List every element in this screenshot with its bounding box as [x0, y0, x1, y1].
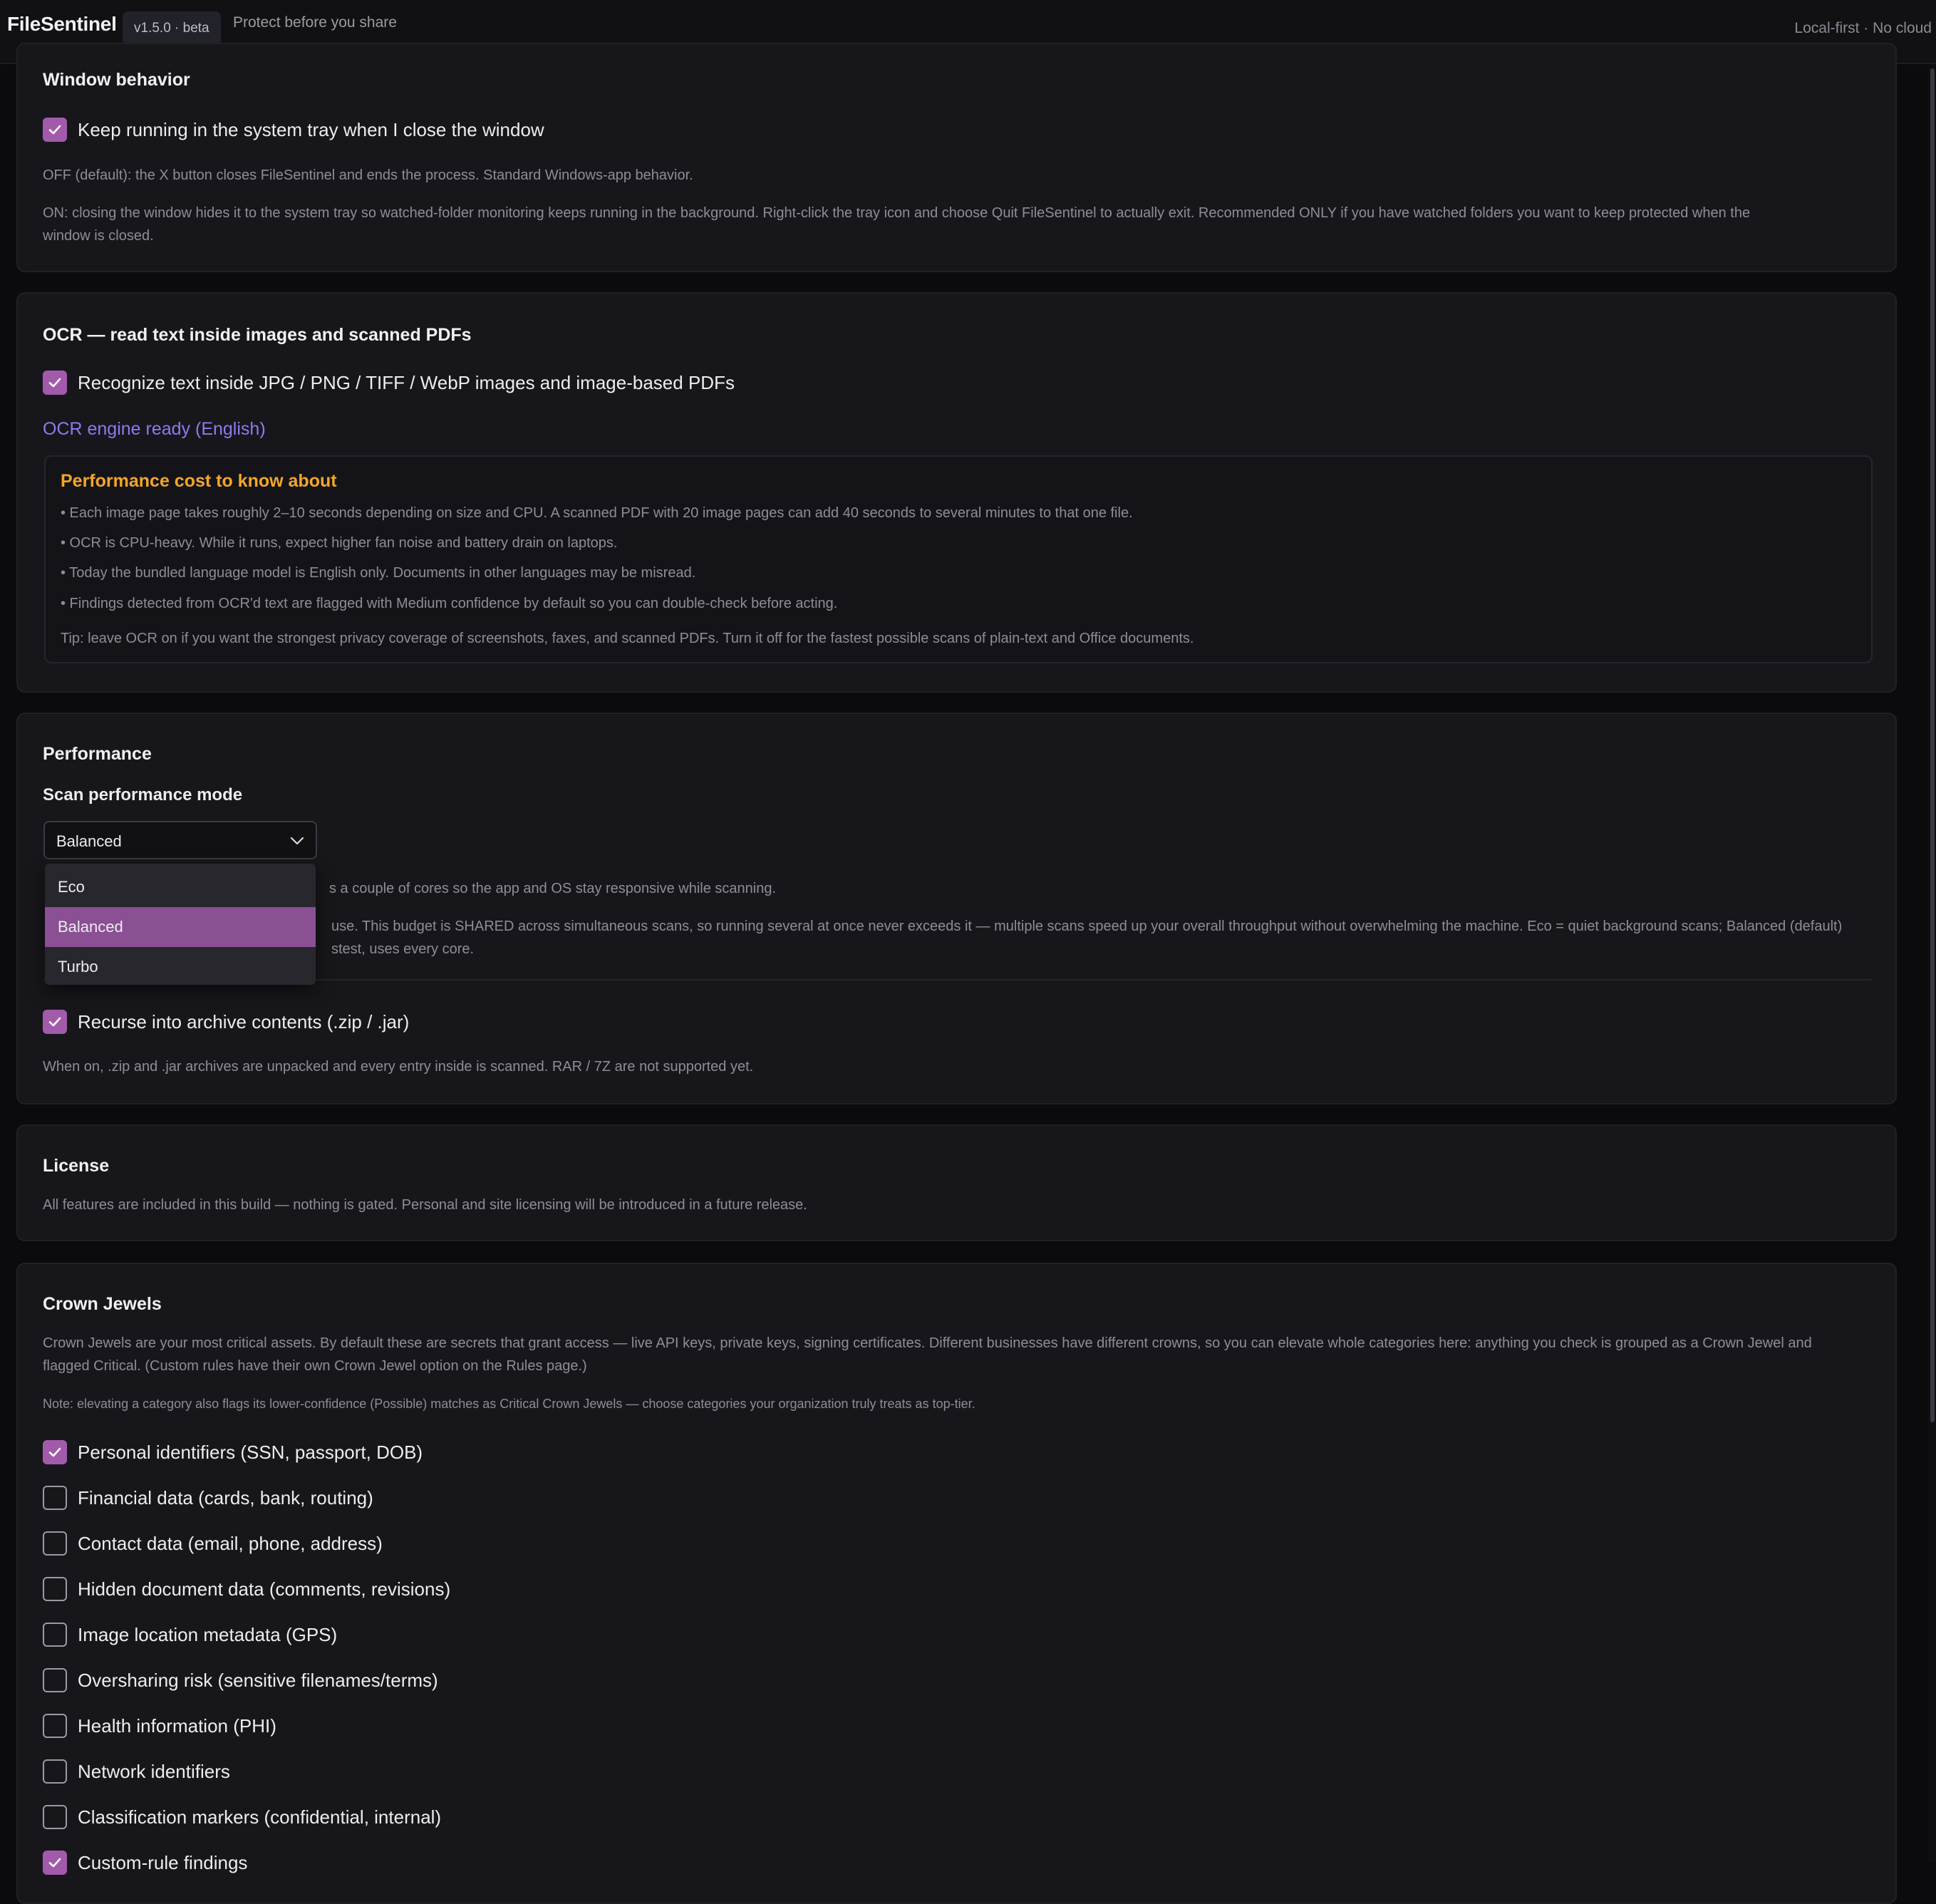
crown-category-checkbox[interactable] [43, 1623, 67, 1647]
performance-card: Performance Scan performance mode Balanc… [16, 713, 1897, 1104]
crown-category-row[interactable]: Image location metadata (GPS) [43, 1622, 337, 1647]
crown-category-row[interactable]: Network identifiers [43, 1759, 230, 1784]
on-description-line-2: window is closed. [43, 228, 154, 244]
tray-option[interactable]: Keep running in the system tray when I c… [43, 117, 544, 143]
option-label: Eco [58, 878, 85, 896]
section-title: OCR — read text inside images and scanne… [43, 325, 472, 345]
archive-option[interactable]: Recurse into archive contents (.zip / .j… [43, 1009, 409, 1035]
ocr-tip: Tip: leave OCR on if you want the strong… [61, 631, 1194, 646]
option-turbo[interactable]: Turbo [45, 947, 316, 985]
crown-category-checkbox[interactable] [43, 1714, 67, 1738]
scan-mode-label: Scan performance mode [43, 785, 243, 804]
crown-category-label: Health information (PHI) [78, 1714, 276, 1737]
crown-category-checkbox[interactable] [43, 1851, 67, 1875]
section-title: Window behavior [43, 70, 190, 90]
check-icon [48, 125, 61, 135]
crown-category-row[interactable]: Classification markers (confidential, in… [43, 1804, 441, 1830]
archive-option-label: Recurse into archive contents (.zip / .j… [78, 1010, 410, 1033]
crown-jewels-card: Crown Jewels Crown Jewels are your most … [16, 1263, 1897, 1904]
scan-mode-value: Balanced [56, 832, 122, 850]
divider [43, 979, 1873, 981]
crown-category-checkbox[interactable] [43, 1440, 67, 1464]
mode-description-line-1: s a couple of cores so the app and OS st… [329, 881, 777, 896]
crown-category-row[interactable]: Oversharing risk (sensitive filenames/te… [43, 1667, 438, 1693]
mode-description-line-3: stest, uses every core. [331, 941, 475, 957]
crown-jewels-note: Note: elevating a category also flags it… [43, 1397, 975, 1411]
check-icon [48, 1447, 61, 1457]
check-icon [48, 1017, 61, 1027]
crown-category-label: Custom-rule findings [78, 1851, 248, 1873]
crown-category-row[interactable]: Custom-rule findings [43, 1850, 247, 1875]
ocr-card: OCR — read text inside images and scanne… [16, 292, 1897, 693]
crown-jewels-description-line-2: flagged Critical. (Custom rules have the… [43, 1358, 587, 1374]
chevron-down-icon [290, 837, 304, 845]
on-description-line-1: ON: closing the window hides it to the s… [43, 205, 1751, 221]
warning-bullet: • Each image page takes roughly 2–10 sec… [61, 505, 1133, 521]
section-title: Crown Jewels [43, 1294, 162, 1314]
option-label: Balanced [58, 918, 123, 936]
crown-category-checkbox[interactable] [43, 1759, 67, 1784]
crown-category-checkbox[interactable] [43, 1531, 67, 1556]
window-behavior-card: Window behavior Keep running in the syst… [16, 43, 1897, 272]
crown-category-checkbox[interactable] [43, 1577, 67, 1601]
option-balanced[interactable]: Balanced [45, 907, 316, 947]
crown-category-row[interactable]: Contact data (email, phone, address) [43, 1531, 383, 1556]
check-icon [48, 1858, 61, 1868]
crown-category-label: Classification markers (confidential, in… [78, 1806, 442, 1828]
crown-category-checkbox[interactable] [43, 1486, 67, 1510]
mode-description-line-2: use. This budget is SHARED across simult… [331, 919, 1843, 934]
version-badge: v1.5.0 · beta [123, 11, 221, 46]
scan-mode-select[interactable]: Balanced [43, 821, 317, 859]
crown-category-checkbox[interactable] [43, 1668, 67, 1692]
option-label: Turbo [58, 958, 98, 976]
warning-bullet: • OCR is CPU-heavy. While it runs, expec… [61, 535, 618, 551]
crown-category-label: Network identifiers [78, 1760, 230, 1782]
license-card: License All features are included in thi… [16, 1124, 1897, 1241]
crown-category-label: Hidden document data (comments, revision… [78, 1578, 451, 1600]
crown-category-label: Financial data (cards, bank, routing) [78, 1486, 373, 1509]
check-icon [48, 378, 61, 388]
option-eco[interactable]: Eco [45, 867, 316, 907]
archive-checkbox[interactable] [43, 1010, 67, 1034]
crown-category-label: Oversharing risk (sensitive filenames/te… [78, 1669, 438, 1691]
section-title: Performance [43, 744, 152, 764]
section-title: License [43, 1156, 110, 1176]
off-description: OFF (default): the X button closes FileS… [43, 167, 693, 183]
scrollbar-thumb[interactable] [1930, 68, 1935, 1422]
crown-category-label: Contact data (email, phone, address) [78, 1532, 383, 1554]
archive-description: When on, .zip and .jar archives are unpa… [43, 1059, 754, 1075]
tray-option-label: Keep running in the system tray when I c… [78, 118, 544, 140]
scan-mode-dropdown: Eco Balanced Turbo [45, 864, 316, 985]
warning-bullet: • Findings detected from OCR'd text are … [61, 596, 838, 611]
crown-category-label: Personal identifiers (SSN, passport, DOB… [78, 1441, 423, 1463]
app-title: FileSentinel [7, 13, 117, 35]
tray-checkbox[interactable] [43, 118, 67, 142]
ocr-status: OCR engine ready (English) [43, 419, 266, 439]
ocr-checkbox[interactable] [43, 371, 67, 395]
crown-category-label: Image location metadata (GPS) [78, 1623, 338, 1645]
crown-category-row[interactable]: Hidden document data (comments, revision… [43, 1576, 450, 1602]
crown-category-row[interactable]: Financial data (cards, bank, routing) [43, 1485, 373, 1511]
ocr-option-label: Recognize text inside JPG / PNG / TIFF /… [78, 371, 735, 393]
warning-bullet: • Today the bundled language model is En… [61, 565, 696, 581]
ocr-option[interactable]: Recognize text inside JPG / PNG / TIFF /… [43, 370, 735, 395]
warning-heading: Performance cost to know about [61, 471, 337, 491]
license-description: All features are included in this build … [43, 1197, 807, 1213]
crown-category-checkbox[interactable] [43, 1805, 67, 1829]
performance-warning-box: Performance cost to know about • Each im… [44, 455, 1873, 663]
crown-category-row[interactable]: Health information (PHI) [43, 1713, 276, 1739]
crown-jewels-description-line-1: Crown Jewels are your most critical asse… [43, 1335, 1812, 1351]
tagline: Protect before you share [233, 14, 397, 31]
privacy-status-text: Local-first · No cloud [1794, 20, 1932, 36]
crown-category-row[interactable]: Personal identifiers (SSN, passport, DOB… [43, 1439, 423, 1465]
